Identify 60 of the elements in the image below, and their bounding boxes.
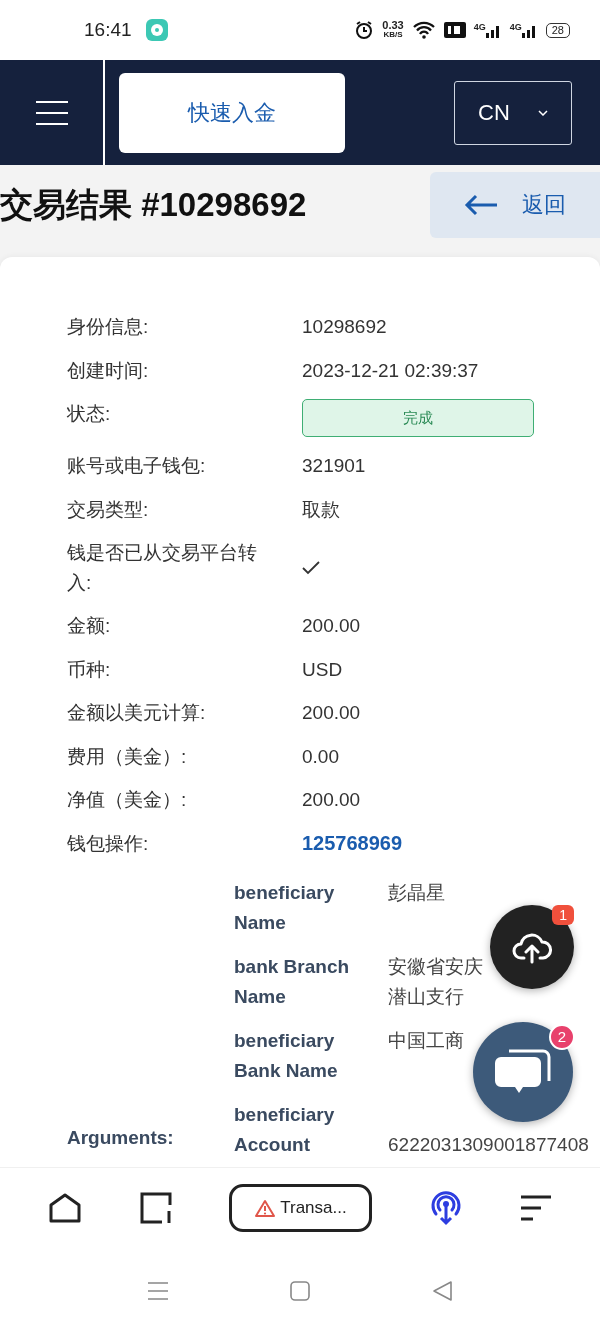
argument-value: 安徽省安庆 — [388, 955, 483, 979]
warning-icon — [255, 1199, 276, 1217]
alarm-icon — [354, 20, 375, 40]
field-value: 10298692 — [302, 315, 387, 339]
field-label: 身份信息: — [67, 315, 150, 339]
field-value: 2023-12-21 02:39:37 — [302, 358, 479, 383]
argument-name: beneficiary Account — [234, 1103, 336, 1157]
field-value: 取款 — [302, 497, 340, 522]
menu-icon[interactable] — [519, 1194, 552, 1222]
notification-badge: 2 — [549, 1024, 575, 1050]
status-badge: 完成 — [302, 399, 534, 437]
quick-deposit-button[interactable]: 快速入金 — [119, 72, 345, 153]
argument-value: 6222031309001877408 — [388, 1133, 589, 1157]
field-label: 状态: — [67, 402, 112, 426]
hd-icon — [443, 22, 466, 38]
field-label: 创建时间: — [67, 358, 150, 383]
field-label: 净值（美金）: — [67, 788, 188, 812]
wallet-link[interactable]: 125768969 — [302, 828, 403, 858]
home-button-icon[interactable] — [289, 1279, 311, 1302]
argument-value: 中国工商 — [388, 1029, 464, 1053]
battery-indicator: 28 — [545, 22, 570, 38]
tabs-icon[interactable] — [138, 1191, 173, 1225]
field-label: 金额以美元计算: — [67, 701, 207, 725]
field-value: USD — [302, 657, 343, 682]
field-label: 账号或电子钱包: — [67, 454, 207, 478]
field-value: 200.00 — [302, 701, 361, 725]
field-value: 200.00 — [302, 614, 361, 638]
field-label: 钱包操作: — [67, 831, 150, 856]
wifi-icon — [411, 21, 436, 39]
upload-button[interactable]: 1 — [490, 905, 574, 989]
chat-button[interactable]: 2 — [473, 1022, 573, 1122]
argument-value: 潜山支行 — [388, 985, 465, 1009]
field-label: 金额: — [67, 614, 112, 638]
argument-name: beneficiary Bank Name — [234, 1029, 339, 1083]
field-value: 321901 — [302, 454, 366, 478]
back-icon[interactable] — [431, 1279, 453, 1302]
page-title: 交易结果 #10298692 — [0, 184, 308, 225]
network-type: 4G — [509, 22, 522, 32]
field-value: 0.00 — [302, 744, 339, 769]
argument-name: beneficiary Name — [234, 881, 336, 935]
field-label: 费用（美金）: — [67, 744, 188, 769]
network-speed: 0.33 — [382, 20, 404, 30]
home-icon[interactable] — [48, 1191, 83, 1225]
status-time: 16:41 — [84, 19, 132, 41]
field-value: 200.00 — [302, 788, 361, 812]
field-label: 钱是否已从交易平台转入: — [67, 541, 258, 595]
chevron-down-icon — [537, 109, 548, 116]
back-button[interactable]: 返回 — [430, 172, 600, 238]
network-type: 4G — [473, 22, 486, 32]
app-notification-icon — [145, 19, 168, 41]
speed-unit: KB/S — [383, 30, 403, 40]
argument-value: 彭晶星 — [388, 881, 445, 905]
field-label: 币种: — [67, 657, 112, 682]
arguments-label: Arguments: — [67, 1126, 175, 1150]
language-select[interactable]: CN — [454, 80, 572, 145]
argument-name: bank Branch Name — [234, 955, 351, 1009]
field-label: 交易类型: — [67, 497, 150, 522]
notification-badge: 1 — [552, 905, 574, 925]
arrow-left-icon — [464, 194, 498, 216]
address-bar[interactable]: Transa... — [229, 1184, 373, 1232]
